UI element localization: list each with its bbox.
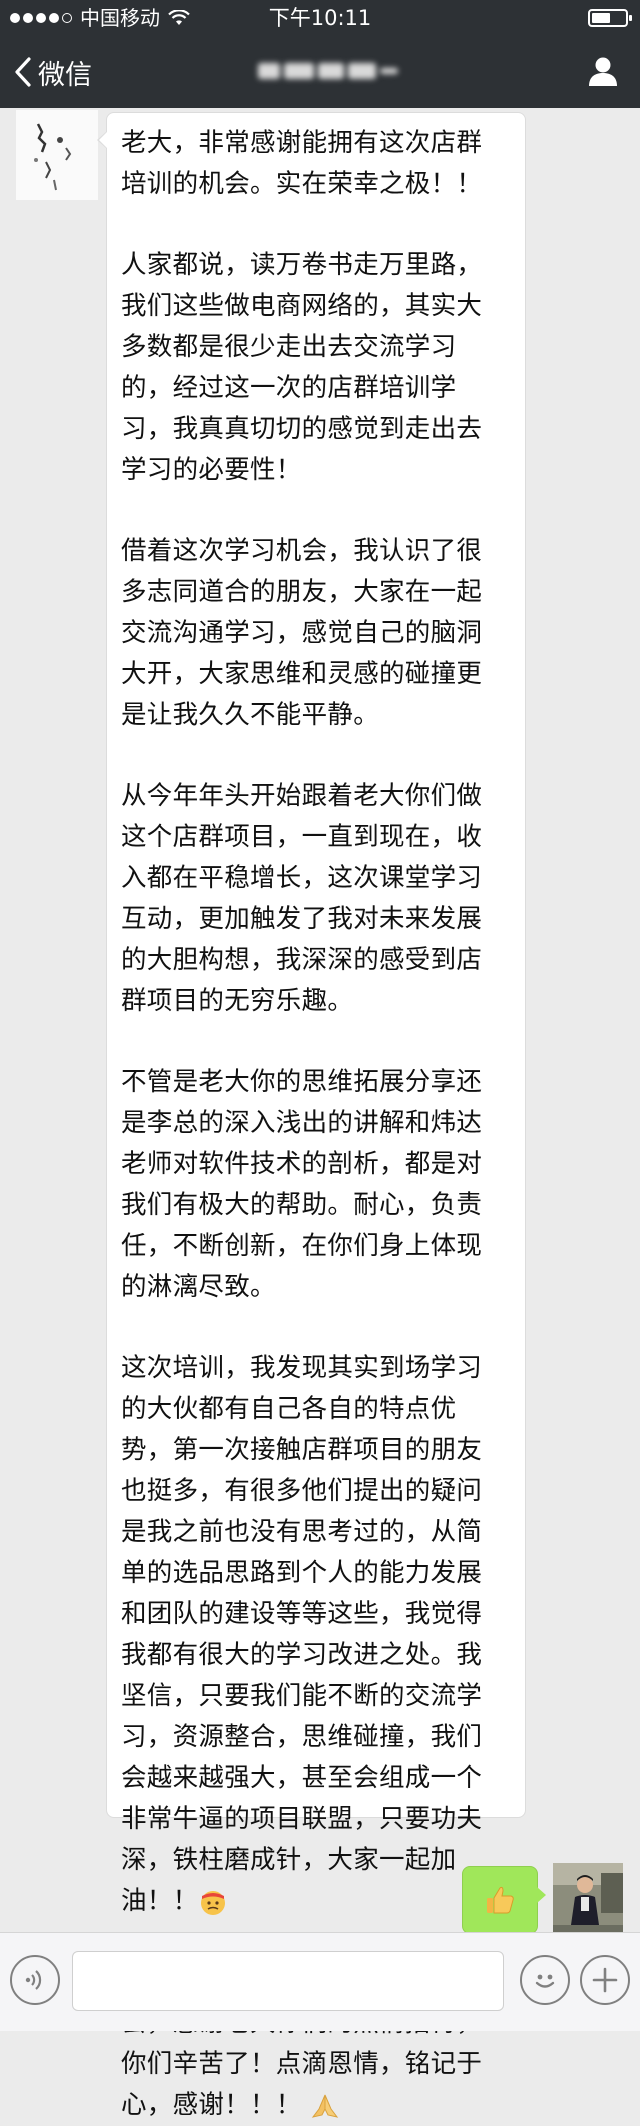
nav-bar: 微信 [0, 36, 640, 108]
chat-title-redacted [258, 58, 408, 84]
status-bar: 中国移动 下午10:11 [0, 0, 640, 36]
incoming-message-bubble[interactable]: 老大，非常感谢能拥有这次店群 培训的机会。实在荣幸之极！！ 人家都说，读万卷书走… [97, 112, 526, 2120]
message-paragraph: 老大，非常感谢能拥有这次店群 培训的机会。实在荣幸之极！！ [121, 128, 483, 199]
determined-face-emoji [201, 1891, 226, 1915]
message-input[interactable] [72, 1951, 504, 2011]
back-button[interactable]: 微信 [14, 36, 92, 108]
voice-icon [25, 1970, 42, 1990]
message-paragraph: 不管是老大你的思维拓展分享还 是李总的深入浅出的讲解和炜达 老师对软件技术的剖析… [121, 1067, 483, 1302]
message-paragraph: 从今年年头开始跟着老大你们做 这个店群项目，一直到现在，收 入都在平稳增长，这次… [121, 781, 483, 1016]
more-button[interactable] [580, 1955, 630, 2005]
message-paragraph: 人家都说，读万卷书走万里路， 我们这些做电商网络的，其实大 多数都是很少走出去交… [121, 250, 483, 485]
thumbs-up-emoji [487, 1886, 514, 1914]
avatar-sketch-icon [34, 123, 72, 191]
message-paragraph: 这次培训，我发现其实到场学习 的大伙都有自己各自的特点优 势，第一次接触店群项目… [121, 1348, 513, 1922]
input-bar [0, 1932, 640, 2031]
outgoing-message-bubble[interactable] [462, 1866, 546, 1934]
battery-icon [588, 9, 632, 27]
voice-button[interactable] [10, 1955, 60, 2005]
plus-icon [592, 1967, 618, 1993]
message-paragraph: 借着这次学习机会，我认识了很 多志同道合的朋友，大家在一起 交流沟通学习，感觉自… [121, 536, 483, 730]
status-time: 下午10:11 [268, 6, 372, 30]
top-bar: 中国移动 下午10:11 微信 [0, 0, 640, 108]
back-label: 微信 [38, 59, 92, 91]
smiley-icon [535, 1974, 555, 1988]
sender-avatar[interactable] [16, 110, 98, 200]
chevron-left-icon [15, 57, 31, 87]
my-avatar[interactable] [553, 1863, 623, 1933]
emoji-button[interactable] [520, 1955, 570, 2005]
avatar-photo-icon [553, 1863, 623, 1933]
folded-hands-emoji [311, 2094, 339, 2118]
user-icon[interactable] [586, 54, 620, 88]
message-paragraph-text: 这次培训，我发现其实到场学习 的大伙都有自己各自的特点优 势，第一次接触店群项目… [121, 1353, 483, 1916]
